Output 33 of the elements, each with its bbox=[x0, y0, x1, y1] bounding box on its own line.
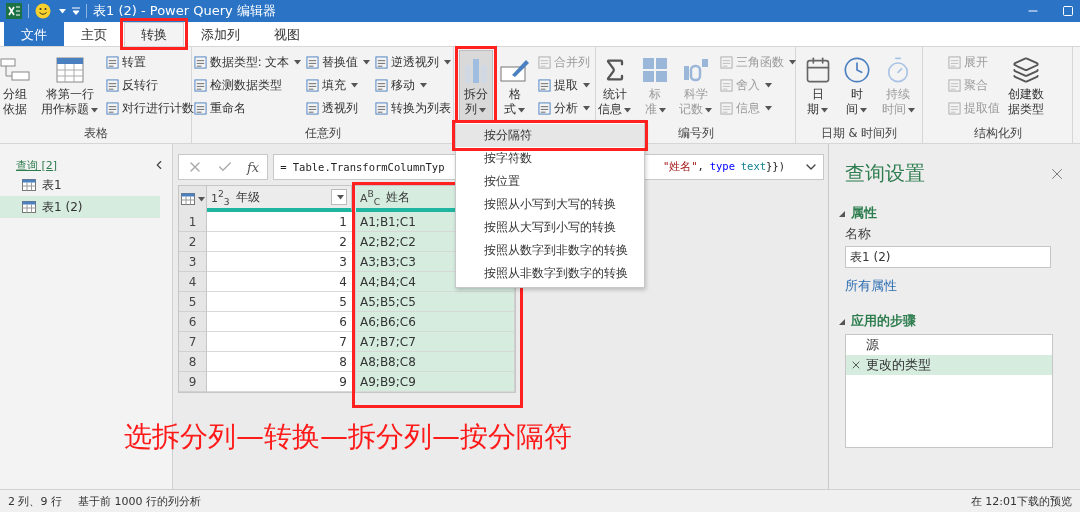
section-heading: 属性 bbox=[851, 205, 877, 222]
field-label: 名称 bbox=[845, 226, 872, 243]
table-cell: 4 bbox=[207, 272, 356, 292]
table-cell: 6 bbox=[207, 312, 356, 332]
table-cell: A5;B5;C5 bbox=[356, 292, 515, 312]
table-cell: 8 bbox=[207, 352, 356, 372]
formula-text: = Table.TransformColumnTyp bbox=[280, 161, 445, 173]
group-label: 日期 & 时间列 bbox=[820, 126, 898, 142]
section-heading: 应用的步骤 bbox=[851, 313, 916, 330]
table-cell: A8;B8;C8 bbox=[356, 352, 515, 372]
column-label: 年级 bbox=[235, 188, 260, 206]
status-text: 基于前 1000 行的列分析 bbox=[78, 493, 201, 509]
group-label: 任意列 bbox=[304, 126, 341, 142]
queries-heading: 查询 [2] bbox=[16, 157, 58, 173]
table-cell: A6;B6;C6 bbox=[356, 312, 515, 332]
group-label: 表格 bbox=[83, 126, 108, 142]
table-cell: 5 bbox=[207, 292, 356, 312]
formula-text: "姓名", type text}}) bbox=[662, 160, 785, 174]
table-cell: 7 bbox=[207, 332, 356, 352]
group-label: 编号列 bbox=[677, 126, 714, 142]
table-cell: 1 bbox=[207, 212, 356, 232]
table-cell: 3 bbox=[207, 252, 356, 272]
window-title: 表1 (2) - Power Query 编辑器 bbox=[93, 2, 276, 20]
table-cell: A7;B7;C7 bbox=[356, 332, 515, 352]
table-cell: 9 bbox=[207, 372, 356, 392]
table-cell: 2 bbox=[207, 232, 356, 252]
status-text: 2 列、9 行 bbox=[8, 493, 62, 509]
panel-title: 查询设置 bbox=[845, 160, 925, 187]
group-label: 结构化列 bbox=[973, 126, 1022, 142]
annotation-caption: 选拆分列—转换—拆分列—按分隔符 bbox=[124, 419, 572, 455]
table-cell: A9;B9;C9 bbox=[356, 372, 515, 392]
column-label: 姓名 bbox=[386, 188, 411, 206]
status-text: 在 12:01下载的预览 bbox=[970, 493, 1072, 509]
